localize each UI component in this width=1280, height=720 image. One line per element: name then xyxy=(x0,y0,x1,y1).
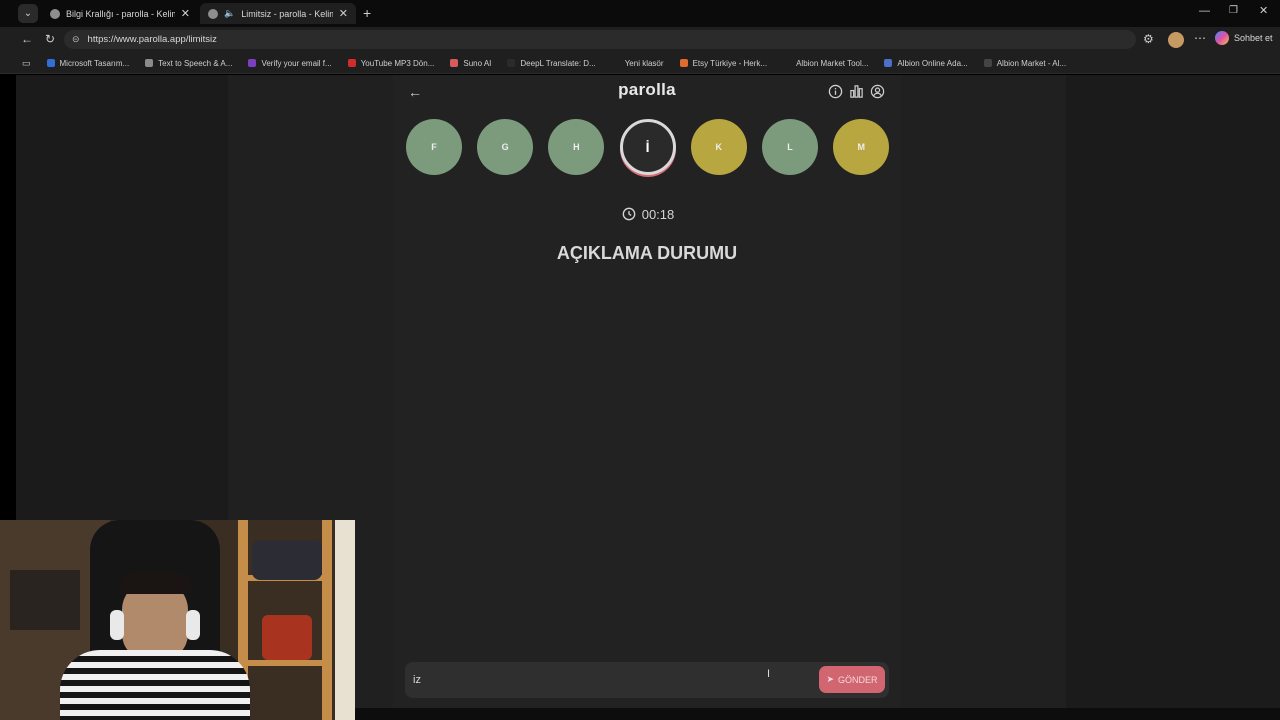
bookmark-item[interactable]: Microsoft Tasarım... xyxy=(46,58,130,68)
bookmark-icon xyxy=(507,59,516,67)
tab-title: Limitsiz - parolla - Kelime oyu xyxy=(241,8,333,19)
bookmark-icon xyxy=(611,59,620,67)
bookmark-icon xyxy=(46,59,55,67)
bookmark-label: Yeni klasör xyxy=(624,58,664,68)
timer: 00:18 xyxy=(600,204,696,224)
app-logo: parolla xyxy=(618,80,676,99)
bookmark-item[interactable]: DeepL Translate: D... xyxy=(507,58,596,68)
tab-favicon-icon xyxy=(50,8,60,19)
letter-circle: H xyxy=(548,119,605,175)
bookmark-label: Albion Market - Al... xyxy=(996,58,1067,68)
tab-bilgi-kralligi[interactable]: Bilgi Krallığı - parolla - Kelime oyu ✕ xyxy=(42,3,198,24)
bookmark-item[interactable]: Etsy Türkiye - Herk... xyxy=(679,58,768,68)
info-icon[interactable] xyxy=(828,84,844,100)
bookmark-item[interactable]: Verify your email f... xyxy=(248,58,332,68)
bookmark-label: Microsoft Tasarım... xyxy=(59,58,130,68)
bookmark-item[interactable]: YouTube MP3 Dön... xyxy=(347,58,435,68)
question-text: AÇIKLAMA DURUMU xyxy=(556,243,738,263)
send-icon: ➤ xyxy=(826,674,835,684)
avatar[interactable] xyxy=(1168,32,1184,48)
bookmark-label: Albion Online Ada... xyxy=(897,58,968,68)
tab-limitsiz[interactable]: 🔈 Limitsiz - parolla - Kelime oyu ✕ xyxy=(200,3,356,24)
bookmark-icon xyxy=(145,59,154,67)
letter-circle: M xyxy=(833,119,890,175)
letter-circle: L xyxy=(762,119,818,175)
bookmark-icon xyxy=(884,59,893,67)
speaker-icon[interactable]: 🔈 xyxy=(224,8,235,19)
close-window-button[interactable]: ✕ xyxy=(1259,6,1268,17)
bookmark-item[interactable]: Albion Market - Al... xyxy=(983,58,1067,68)
minimize-button[interactable]: — xyxy=(1199,6,1210,17)
text-cursor-icon: I xyxy=(767,668,771,680)
bookmark-icon xyxy=(450,59,459,67)
bookmark-icon xyxy=(983,59,992,67)
extensions-icon[interactable]: ⚙ xyxy=(1143,33,1154,45)
bookmark-label: Etsy Türkiye - Herk... xyxy=(692,58,768,68)
site-info-icon[interactable]: ⊝ xyxy=(72,34,80,45)
webcam-overlay xyxy=(0,520,355,720)
letter-circle: G xyxy=(477,119,534,175)
bookmark-item[interactable]: Albion Online Ada... xyxy=(884,58,968,68)
bookmark-icon xyxy=(783,59,792,67)
timer-value: 00:18 xyxy=(641,206,675,222)
tab-close-icon[interactable]: ✕ xyxy=(181,7,190,20)
restore-button[interactable]: ❐ xyxy=(1229,6,1238,16)
new-tab-button[interactable]: + xyxy=(363,6,371,20)
send-label: GÖNDER xyxy=(838,674,878,685)
copilot-label: Sohbet et xyxy=(1234,33,1273,43)
stats-icon[interactable] xyxy=(849,84,865,100)
back-arrow-icon[interactable]: ← xyxy=(408,84,424,100)
send-button[interactable]: ➤ GÖNDER xyxy=(819,666,885,693)
user-icon[interactable] xyxy=(870,84,886,100)
tab-title: Bilgi Krallığı - parolla - Kelime oyu xyxy=(66,8,175,19)
browser-tab-bar: ⌄ Bilgi Krallığı - parolla - Kelime oyu … xyxy=(0,0,1280,27)
url-text: https://www.parolla.app/limitsiz xyxy=(87,34,217,45)
bookmark-label: Text to Speech & A... xyxy=(158,58,233,68)
copilot-button[interactable]: Sohbet et xyxy=(1215,31,1273,45)
bookmark-icon xyxy=(347,59,356,67)
back-button[interactable]: ← xyxy=(21,33,33,45)
bookmark-label: DeepL Translate: D... xyxy=(520,58,596,68)
clock-icon xyxy=(622,207,636,221)
bookmarks-bar: ▭ Microsoft Tasarım... Text to Speech & A… xyxy=(0,53,1280,74)
bookmark-item[interactable]: Suno AI xyxy=(450,59,491,68)
tab-search-button[interactable]: ⌄ xyxy=(18,4,38,23)
bookmark-item[interactable]: Text to Speech & A... xyxy=(145,59,232,68)
bookmark-label: Suno AI xyxy=(463,58,492,68)
reload-button[interactable]: ↻ xyxy=(45,33,55,45)
tab-favicon-icon xyxy=(208,8,218,19)
bookmark-icon xyxy=(248,59,257,67)
bookmark-item[interactable]: Albion Market Tool... xyxy=(783,59,868,68)
letter-circle: İ xyxy=(619,119,676,175)
tab-close-icon[interactable]: ✕ xyxy=(339,7,348,20)
bookmark-label: Verify your email f... xyxy=(261,58,332,68)
letter-circle: F xyxy=(406,119,462,175)
bookmark-label: YouTube MP3 Dön... xyxy=(360,58,435,68)
copilot-icon xyxy=(1215,31,1229,45)
letter-circle: K xyxy=(690,119,747,175)
address-bar[interactable]: ⊝ https://www.parolla.app/limitsiz xyxy=(64,30,1136,49)
bookmark-item[interactable]: Yeni klasör xyxy=(611,58,664,68)
bookmark-icon xyxy=(679,59,688,67)
bookmark-label: Albion Market Tool... xyxy=(796,58,869,68)
reading-list-icon[interactable]: ▭ xyxy=(22,58,31,69)
menu-icon[interactable]: ⋯ xyxy=(1194,32,1206,44)
answer-input[interactable] xyxy=(413,669,808,691)
